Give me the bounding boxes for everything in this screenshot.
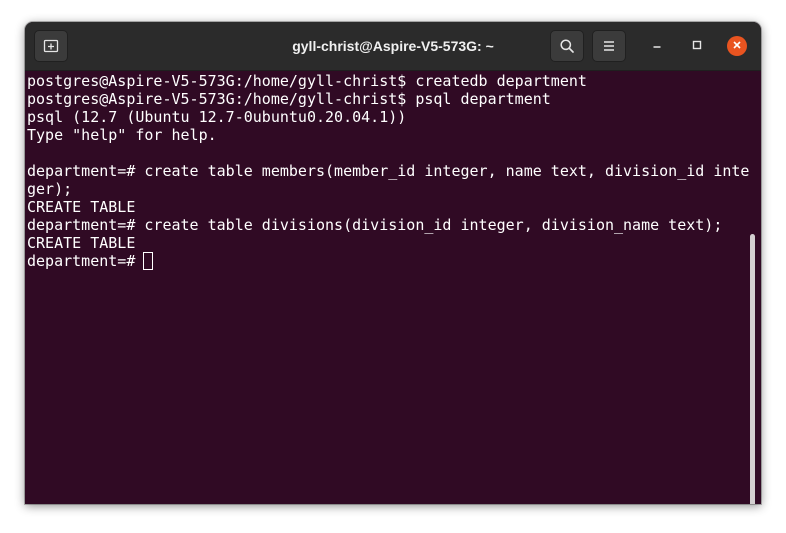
terminal-line: department=# create table divisions(divi… — [27, 216, 723, 234]
terminal-line: Type "help" for help. — [27, 126, 217, 144]
titlebar: gyll-christ@Aspire-V5-573G: ~ — [25, 22, 761, 71]
minimize-button[interactable] — [647, 36, 667, 56]
minimize-icon — [652, 37, 662, 55]
menu-button[interactable] — [592, 30, 626, 62]
terminal-window: gyll-christ@Aspire-V5-573G: ~ postgres@A… — [25, 22, 761, 504]
search-button[interactable] — [550, 30, 584, 62]
terminal-output[interactable]: postgres@Aspire-V5-573G:/home/gyll-chris… — [25, 71, 761, 504]
search-icon — [559, 38, 575, 54]
terminal-line: postgres@Aspire-V5-573G:/home/gyll-chris… — [27, 72, 587, 90]
terminal-line: ger); — [27, 180, 73, 198]
terminal-line: postgres@Aspire-V5-573G:/home/gyll-chris… — [27, 90, 551, 108]
new-tab-button[interactable] — [34, 30, 68, 62]
terminal-line: CREATE TABLE — [27, 234, 136, 252]
close-button[interactable] — [727, 36, 747, 56]
terminal-prompt-line: department=# — [27, 252, 145, 270]
scrollbar-thumb[interactable] — [750, 234, 755, 504]
new-tab-icon — [43, 38, 59, 54]
close-icon — [732, 37, 742, 55]
window-title: gyll-christ@Aspire-V5-573G: ~ — [292, 38, 494, 54]
maximize-icon — [692, 37, 702, 55]
text-cursor — [143, 252, 153, 270]
terminal-line: CREATE TABLE — [27, 198, 136, 216]
terminal-line: psql (12.7 (Ubuntu 12.7-0ubuntu0.20.04.1… — [27, 108, 407, 126]
hamburger-menu-icon — [602, 39, 616, 53]
terminal-line: department=# create table members(member… — [27, 162, 750, 180]
maximize-button[interactable] — [687, 36, 707, 56]
